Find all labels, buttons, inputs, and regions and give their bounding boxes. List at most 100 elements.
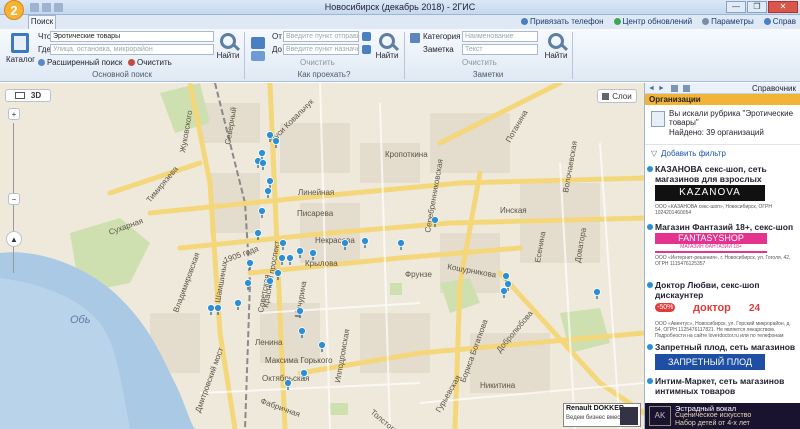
panel-copy-icon[interactable] <box>683 85 690 92</box>
org-item[interactable]: Запретный плод, сеть магазинов ЗАПРЕТНЫЙ… <box>645 341 800 375</box>
street-label: Максима Горького <box>265 356 333 365</box>
org-name[interactable]: Запретный плод, сеть магазинов <box>655 342 797 352</box>
search-icon <box>220 33 236 49</box>
where-input[interactable]: Улица, остановка, микрорайон <box>50 44 214 55</box>
org-brand-text: ЗАПРЕТНЫЙ ПЛОД <box>667 357 753 367</box>
org-item[interactable]: Доктор Любви, секс-шоп дискаунтер -50% д… <box>645 279 800 341</box>
maximize-button[interactable]: ❐ <box>747 1 767 13</box>
org-name[interactable]: Магазин Фантазий 18+, секс-шоп <box>655 222 797 232</box>
layers-icon <box>602 92 610 100</box>
org-pin-icon <box>647 166 653 172</box>
street-label: Никитина <box>480 381 516 390</box>
route-find-label: Найти <box>375 51 399 60</box>
compass-icon[interactable]: ▲ <box>6 231 22 247</box>
rubric-icon <box>651 111 665 127</box>
org-item[interactable]: КАЗАНОВА секс-шоп, сеть магазинов для вз… <box>645 163 800 221</box>
phone-icon <box>521 18 529 25</box>
note-input[interactable]: Текст <box>462 44 538 55</box>
window-title: Новосибирск (декабрь 2018) - 2ГИС <box>324 2 476 12</box>
org-details: ООО «Авентус», Новосибирск, ул. Горский … <box>655 321 791 339</box>
update-icon <box>613 18 621 25</box>
advanced-search-button[interactable]: Расширенный поиск <box>38 58 122 67</box>
zoom-out-button[interactable]: − <box>8 193 20 205</box>
street-label: Линейная <box>298 188 334 197</box>
what-input[interactable]: Эротические товары <box>50 31 214 42</box>
ad-vocal[interactable]: AK Эстрадный вокал Сценическое искусство… <box>645 403 800 429</box>
minimize-button[interactable]: — <box>726 1 746 13</box>
org-brand-logo: KAZANOVA <box>655 185 765 201</box>
org-pin-icon <box>647 344 653 350</box>
add-filter[interactable]: ▽ Добавить фильтр <box>645 145 800 163</box>
group-notes: Заметки <box>472 70 504 79</box>
street-label: Некрасова <box>315 236 355 245</box>
river-label: Обь <box>70 314 91 326</box>
clear-icon <box>128 59 135 66</box>
category-select[interactable]: Наименование <box>462 31 538 42</box>
org-brand-logo: FANTASYSHOP МАГАЗИН ФАНТАЗИЙ 18+ <box>655 233 767 253</box>
tab-search[interactable]: Поиск <box>28 15 56 29</box>
org-item[interactable]: Магазин Фантазий 18+, секс-шоп FANTASYSH… <box>645 221 800 279</box>
view-3d-button[interactable]: 3D <box>31 91 41 100</box>
found-count: Найдено: 39 организаций <box>669 128 764 137</box>
route-find-button[interactable]: Найти <box>375 33 399 60</box>
view-2d-icon[interactable] <box>14 92 25 99</box>
map-canvas[interactable]: Северный Жуковского Дуси Ковальчук Линей… <box>0 83 644 429</box>
find-label: Найти <box>216 51 240 60</box>
category-label: Категория <box>423 32 461 41</box>
ad-vocal-logo: AK <box>649 406 671 426</box>
app-logo[interactable]: 2 <box>4 0 24 20</box>
notes-clear-button[interactable]: Очистить <box>462 58 497 67</box>
ad-vocal-subtitle: Сценическое искусство <box>675 412 752 419</box>
advanced-search-icon <box>38 59 45 66</box>
route-search-icon <box>379 33 395 49</box>
street-label: Инская <box>500 206 527 215</box>
pick-to-icon[interactable] <box>362 45 371 54</box>
org-pin-icon <box>647 224 653 230</box>
notes-find-button[interactable]: Найти <box>544 33 568 60</box>
add-filter-link[interactable]: Добавить фильтр <box>661 149 726 158</box>
street-label: Крылова <box>305 259 338 268</box>
org-details: ООО «Интернет-решения», г. Новосибирск, … <box>655 255 791 267</box>
pick-from-icon[interactable] <box>362 32 371 41</box>
where-label: Где <box>38 45 51 54</box>
org-pin-icon <box>647 282 653 288</box>
map-area[interactable]: Северный Жуковского Дуси Ковальчук Линей… <box>0 83 644 429</box>
layers-label: Слои <box>612 91 632 101</box>
from-input[interactable]: Введите пункт отправле <box>283 31 359 42</box>
from-label: От <box>272 32 282 41</box>
catalog-label: Каталог <box>6 55 36 64</box>
org-brand-text: доктор <box>693 302 731 314</box>
route-clear-button[interactable]: Очистить <box>300 58 335 67</box>
panel-forward-icon[interactable]: ► <box>658 85 665 92</box>
link-update-center[interactable]: Центр обновлений <box>613 17 692 26</box>
org-name[interactable]: КАЗАНОВА секс-шоп, сеть магазинов для вз… <box>655 164 797 184</box>
org-item[interactable]: Интим-Маркет, сеть магазинов интимных то… <box>645 375 800 401</box>
ribbon: Каталог Что Эротические товары Где Улица… <box>0 29 800 82</box>
notes-find-label: Найти <box>544 51 568 60</box>
street-label: Ленина <box>255 338 283 347</box>
ad-renault[interactable]: Renault DOKKER Ведем бизнес вместе <box>563 403 641 427</box>
org-name[interactable]: Доктор Любви, секс-шоп дискаунтер <box>655 280 797 300</box>
panel-tab-directory[interactable]: Справочник <box>752 84 796 93</box>
panel-back-icon[interactable]: ◄ <box>648 85 655 92</box>
clear-search-button[interactable]: Очистить <box>128 58 172 67</box>
link-bind-phone[interactable]: Привязать телефон <box>521 17 604 26</box>
to-input[interactable]: Введите пункт назначен <box>283 44 359 55</box>
link-settings[interactable]: Параметры <box>702 17 754 26</box>
panel-print-icon[interactable] <box>671 85 678 92</box>
ad-renault-text: Ведем бизнес вместе <box>566 415 627 421</box>
org-name[interactable]: Интим-Маркет, сеть магазинов интимных то… <box>655 376 797 396</box>
ad-vocal-footer: Набор детей от 4-х лет <box>675 420 750 427</box>
view-mode-toggle[interactable]: 3D <box>5 89 51 102</box>
zoom-in-button[interactable]: + <box>8 108 20 120</box>
layers-button[interactable]: Слои <box>597 89 637 103</box>
close-button[interactable]: ✕ <box>768 1 798 13</box>
link-help[interactable]: Справ <box>763 17 796 26</box>
catalog-button[interactable]: Каталог <box>6 33 36 64</box>
street-label: Кропоткина <box>385 150 428 159</box>
street-label: Фрунзе <box>405 270 432 279</box>
search-find-button[interactable]: Найти <box>216 33 240 60</box>
ribbon-separator <box>572 32 573 79</box>
org-brand-24: 24 <box>749 303 761 314</box>
window-controls: — ❐ ✕ <box>726 1 798 13</box>
